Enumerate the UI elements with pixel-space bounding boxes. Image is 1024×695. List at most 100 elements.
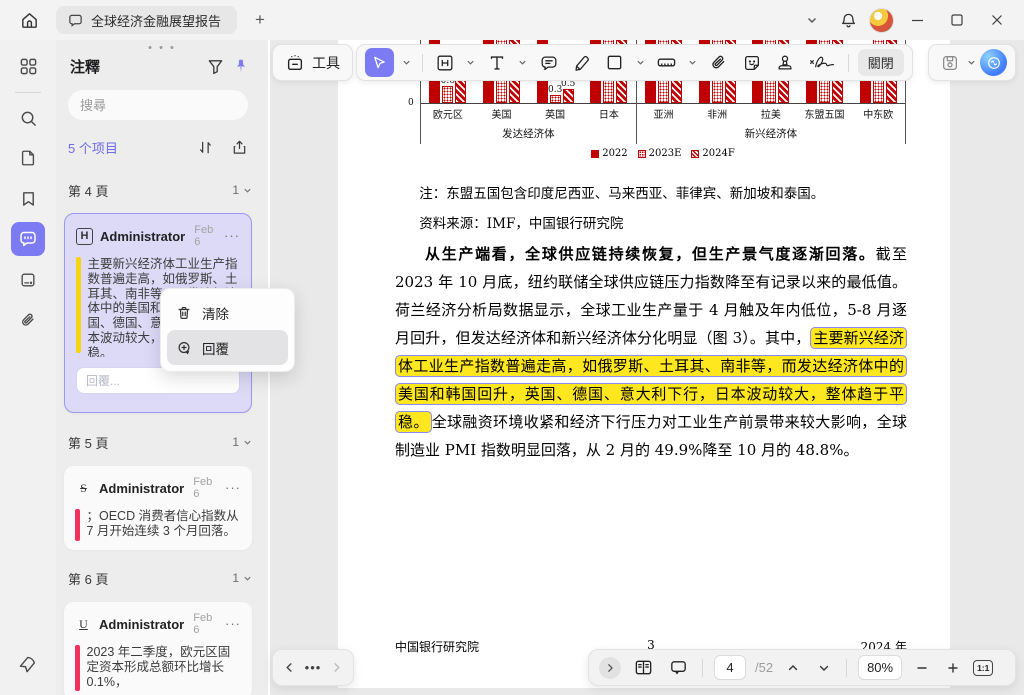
chart-category-label: 拉美 bbox=[744, 106, 798, 121]
titlebar-chevron-down-button[interactable] bbox=[797, 5, 827, 35]
new-tab-button[interactable]: + bbox=[247, 7, 273, 33]
next-chevron-button[interactable] bbox=[331, 662, 342, 673]
sidebar-item-search[interactable] bbox=[12, 102, 44, 134]
legend-item: 2022 bbox=[591, 148, 627, 159]
section-label: 第 4 頁 bbox=[68, 181, 108, 200]
section-header-page6[interactable]: 第 6 頁 1 bbox=[68, 568, 252, 588]
menu-item-reply[interactable]: 回覆 bbox=[167, 330, 288, 365]
actual-size-button[interactable]: 1:1 bbox=[973, 660, 993, 676]
toolbar-separator bbox=[422, 54, 423, 72]
zoom-in-button[interactable] bbox=[942, 655, 964, 681]
next-page-button[interactable] bbox=[813, 655, 835, 681]
text-tool-button[interactable] bbox=[484, 50, 510, 76]
section-label: 第 6 頁 bbox=[68, 569, 108, 588]
user-avatar[interactable] bbox=[869, 8, 894, 33]
nav-more-button[interactable]: ••• bbox=[305, 660, 322, 675]
sort-button[interactable] bbox=[192, 134, 218, 160]
sticker-tool-button[interactable] bbox=[739, 50, 765, 76]
export-button[interactable] bbox=[226, 134, 252, 160]
shape-tool-button[interactable] bbox=[602, 50, 628, 76]
ai-assistant-button[interactable] bbox=[980, 49, 1007, 76]
notifications-button[interactable] bbox=[833, 5, 863, 35]
sticker-smiley-icon bbox=[742, 53, 762, 73]
card-date: Feb 6 bbox=[193, 612, 218, 636]
section-header-page5[interactable]: 第 5 頁 1 bbox=[68, 432, 252, 452]
pen-tool-button[interactable] bbox=[569, 50, 595, 76]
trash-icon bbox=[176, 305, 192, 321]
annotation-search[interactable] bbox=[68, 90, 248, 120]
annotation-toolbar: 關閉 bbox=[356, 44, 913, 81]
save-button[interactable] bbox=[937, 50, 963, 76]
page-number-input[interactable] bbox=[715, 660, 745, 675]
strikeout-type-icon: S bbox=[75, 480, 92, 497]
chart-category-label: 欧元区 bbox=[421, 106, 475, 121]
sidebar-item-thumbnails[interactable] bbox=[12, 50, 44, 82]
select-tool-button[interactable] bbox=[365, 48, 394, 77]
comment-mode-button[interactable] bbox=[665, 655, 691, 681]
measure-tool-chevron[interactable] bbox=[687, 50, 699, 76]
text-tool-chevron[interactable] bbox=[517, 50, 529, 76]
card-author: Administrator bbox=[99, 481, 184, 496]
bottombar-separator bbox=[846, 659, 847, 677]
document-icon bbox=[19, 271, 37, 289]
sidebar-item-bookmarks[interactable] bbox=[12, 182, 44, 214]
panel-drag-handle[interactable]: • • • bbox=[148, 42, 176, 54]
sidebar-item-page-flip[interactable] bbox=[12, 649, 44, 681]
previous-page-button[interactable] bbox=[782, 655, 804, 681]
document-tab[interactable]: 全球经济金融展望报告 bbox=[56, 6, 237, 34]
pdf-page: 0.60.30.5欧元区美国英国日本发达经济体亚洲非洲拉美东盟五国中东欧新兴经济… bbox=[338, 40, 950, 688]
annotation-card-strikeout[interactable]: S Administrator Feb 6 ··· ；OECD 消费者信心指数从… bbox=[64, 466, 252, 550]
stamp-icon bbox=[775, 53, 795, 73]
measure-tool-button[interactable] bbox=[654, 50, 680, 76]
card-more-button[interactable]: ··· bbox=[224, 233, 240, 239]
ai-robot-icon bbox=[986, 55, 1002, 71]
tools-button[interactable]: 工具 bbox=[272, 44, 353, 81]
close-toolbar-button[interactable]: 關閉 bbox=[858, 49, 904, 76]
comment-tool-button[interactable] bbox=[536, 50, 562, 76]
zoom-out-button[interactable] bbox=[911, 655, 933, 681]
attachment-tool-button[interactable] bbox=[706, 50, 732, 76]
pin-panel-button[interactable] bbox=[228, 53, 254, 79]
stamp-tool-button[interactable] bbox=[772, 50, 798, 76]
page-number-box[interactable] bbox=[714, 655, 746, 680]
card-more-button[interactable]: ··· bbox=[225, 485, 241, 491]
sidebar-item-pages[interactable] bbox=[12, 142, 44, 174]
page-icon bbox=[19, 149, 37, 167]
save-options-chevron[interactable] bbox=[966, 50, 978, 76]
highlight-h-icon bbox=[435, 53, 455, 73]
zoom-level-box[interactable] bbox=[858, 655, 902, 680]
window-close-button[interactable] bbox=[980, 5, 1014, 35]
reply-input[interactable] bbox=[86, 374, 230, 388]
funnel-icon bbox=[207, 58, 224, 75]
highlight-tool-chevron[interactable] bbox=[465, 50, 477, 76]
prev-chevron-button[interactable] bbox=[284, 662, 295, 673]
sidebar-item-attachments[interactable] bbox=[12, 304, 44, 336]
window-minimize-button[interactable] bbox=[900, 5, 934, 35]
comment-tab-icon bbox=[68, 13, 83, 28]
search-input[interactable] bbox=[80, 98, 236, 113]
annotation-card-underline[interactable]: U Administrator Feb 6 ··· 2023 年二季度，欧元区固… bbox=[64, 602, 252, 695]
menu-item-label: 清除 bbox=[202, 303, 229, 323]
menu-item-label: 回覆 bbox=[202, 338, 229, 358]
figure-note: 注：东盟五国包含印度尼西亚、马来西亚、菲律宾、新加坡和泰国。 bbox=[395, 182, 907, 202]
page-total-label: /52 bbox=[755, 660, 773, 675]
shape-tool-chevron[interactable] bbox=[635, 50, 647, 76]
expand-controls-button[interactable] bbox=[599, 657, 621, 679]
window-maximize-button[interactable] bbox=[940, 5, 974, 35]
sidebar-item-annotations[interactable] bbox=[11, 222, 45, 256]
zoom-level-input[interactable] bbox=[859, 660, 901, 675]
cursor-icon bbox=[372, 55, 387, 70]
home-button[interactable] bbox=[14, 5, 44, 35]
menu-item-clear[interactable]: 清除 bbox=[167, 295, 288, 330]
section-header-page4[interactable]: 第 4 頁 1 bbox=[68, 180, 252, 200]
signature-tool-button[interactable] bbox=[805, 50, 839, 76]
chart-group-label: 新兴经济体 bbox=[637, 123, 905, 144]
select-tool-chevron[interactable] bbox=[401, 50, 413, 76]
document-tab-label: 全球经济金融展望报告 bbox=[91, 11, 221, 30]
page-layout-button[interactable] bbox=[630, 655, 656, 681]
comment-bubble-icon bbox=[18, 229, 38, 249]
filter-button[interactable] bbox=[202, 53, 228, 79]
highlight-tool-button[interactable] bbox=[432, 50, 458, 76]
sidebar-item-summary[interactable] bbox=[12, 264, 44, 296]
card-more-button[interactable]: ··· bbox=[225, 621, 241, 627]
